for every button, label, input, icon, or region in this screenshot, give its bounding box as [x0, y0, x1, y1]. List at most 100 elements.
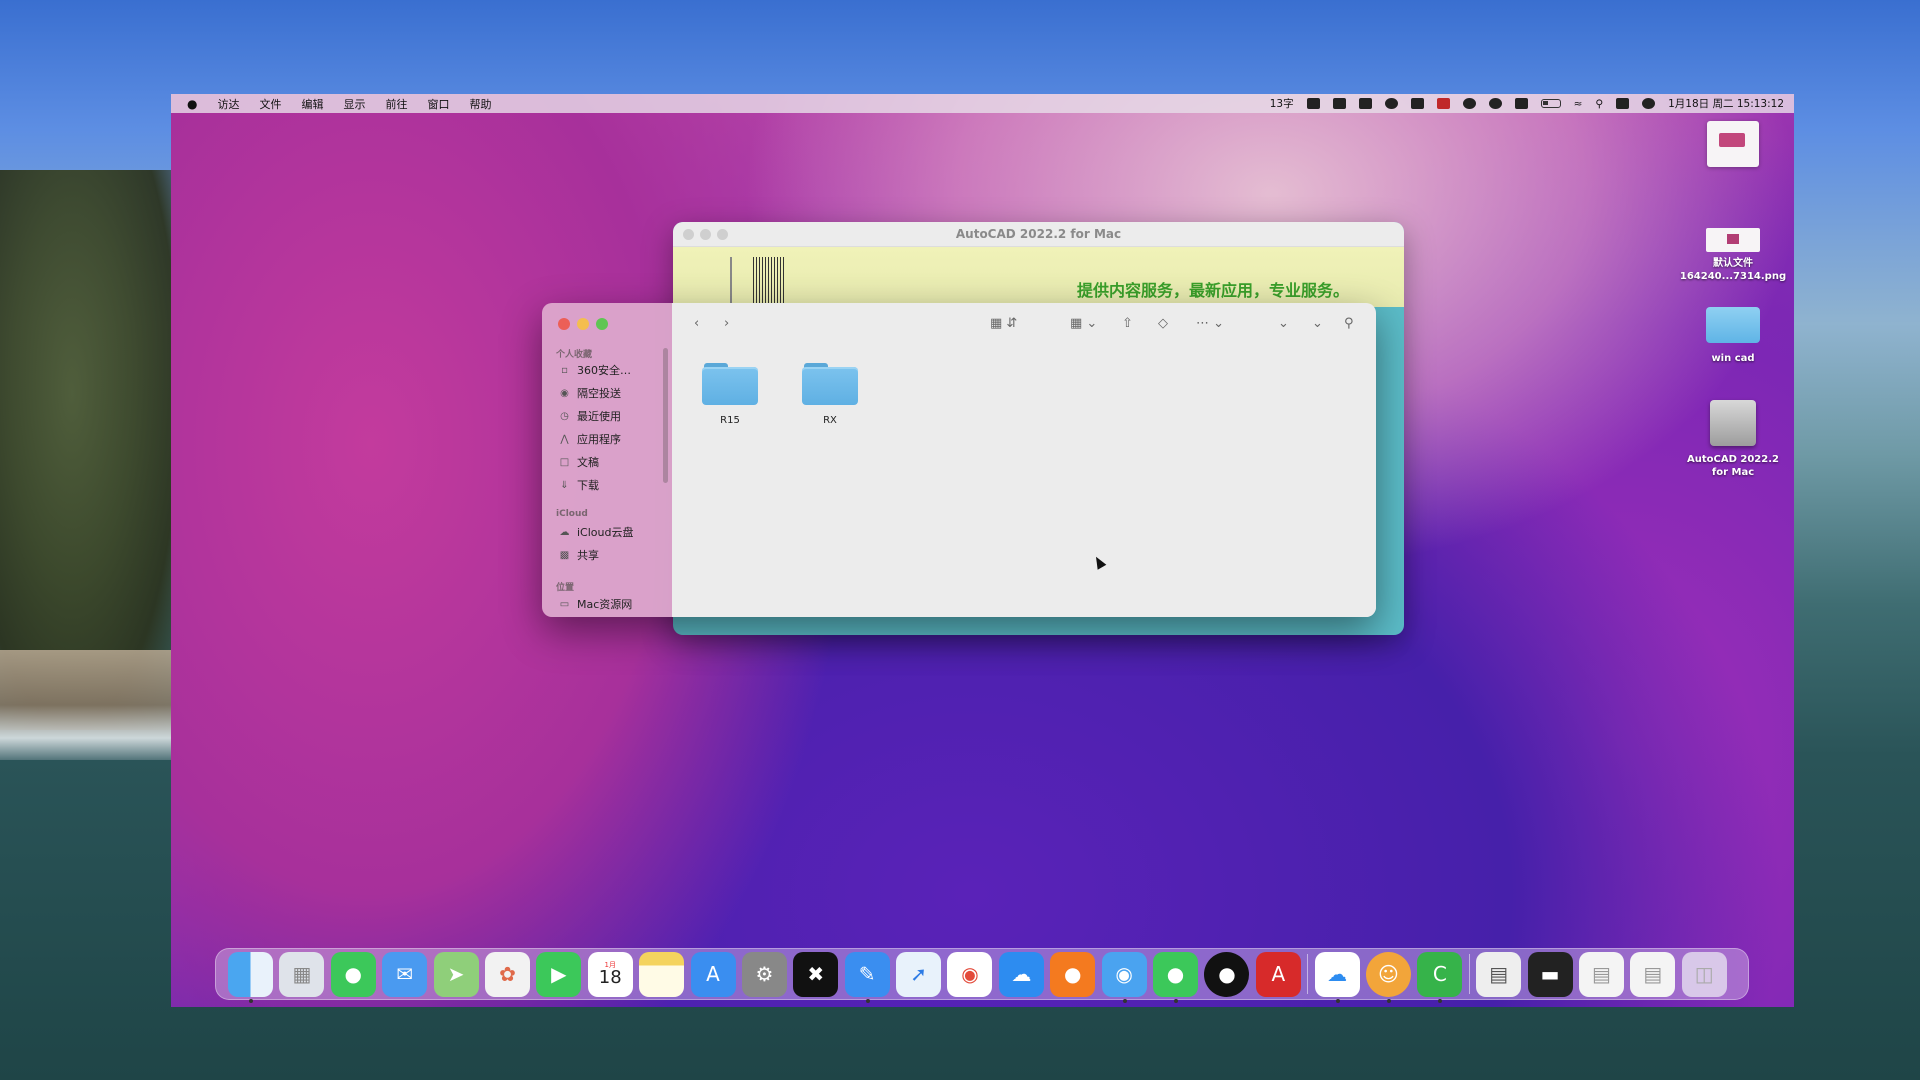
calendar-icon[interactable]: 1月 18	[587, 951, 633, 997]
close-button[interactable]	[558, 318, 570, 330]
menu-help[interactable]: 帮助	[459, 96, 501, 112]
grid-icon[interactable]	[1358, 98, 1372, 109]
apps-icon: ⋀	[560, 433, 569, 445]
safari-icon[interactable]: ➚	[896, 951, 942, 997]
window-thumbnail-icon[interactable]: ▤	[1578, 951, 1624, 997]
sidebar-item-documents[interactable]: □ 文稿	[558, 454, 599, 470]
clock-text[interactable]: 1月18日 周二 15:13:12	[1668, 96, 1784, 111]
sidebar-item-label: iCloud云盘	[577, 526, 634, 539]
finder-content[interactable]: R15 RX	[672, 345, 1376, 617]
zoom-button[interactable]	[596, 318, 608, 330]
pen-app-icon[interactable]: ✎	[844, 951, 890, 1003]
desktop-disk-autocad[interactable]: AutoCAD 2022.2 for Mac	[1678, 400, 1788, 479]
photos-icon[interactable]: ✿	[484, 951, 530, 997]
terminal-icon[interactable]: ▬	[1527, 951, 1573, 997]
menu-edit[interactable]: 编辑	[291, 96, 333, 112]
folder-r15[interactable]: R15	[690, 363, 770, 426]
calendar-day: 18	[598, 966, 622, 988]
siri-icon[interactable]	[1642, 98, 1656, 109]
eye-icon[interactable]	[1488, 98, 1502, 109]
baidu-cloud-status-icon[interactable]	[1462, 98, 1476, 109]
wechat-status-icon[interactable]	[1384, 98, 1398, 109]
search-icon[interactable]: ⚲	[1344, 316, 1354, 331]
launchpad-icon[interactable]: ▦	[279, 951, 325, 997]
capcut-icon[interactable]: ✖	[793, 951, 839, 997]
s-app-icon[interactable]	[1514, 98, 1528, 109]
sidebar-item-airdrop[interactable]: ◉ 隔空投送	[558, 385, 621, 401]
wifi-icon[interactable]: ≈	[1574, 98, 1583, 110]
desktop-folder-win-cad[interactable]: win cad	[1678, 307, 1788, 366]
sidebar-item-label: 隔空投送	[577, 387, 621, 400]
sidebar-item-downloads[interactable]: ⇓ 下载	[558, 477, 599, 493]
group-icon[interactable]: ▦ ⌄	[1070, 316, 1097, 331]
char-count-text[interactable]: 13字	[1270, 96, 1294, 111]
desktop-png-file[interactable]: 默认文件 164240...7314.png	[1678, 228, 1788, 283]
baidu-cloud-icon[interactable]: ☁	[1314, 951, 1360, 1003]
window-controls	[558, 318, 608, 330]
finder-icon[interactable]	[228, 951, 273, 1003]
back-button[interactable]: ‹	[694, 316, 699, 331]
minimize-button[interactable]	[577, 318, 589, 330]
sidebar-item-icloud-drive[interactable]: ☁ iCloud云盘	[558, 524, 634, 540]
autocad-icon[interactable]: A	[1255, 951, 1301, 997]
chrome-icon[interactable]: ◉	[947, 951, 993, 997]
baidu-netdisk-icon[interactable]: ☁	[998, 951, 1044, 997]
clock-icon: ◷	[560, 410, 569, 422]
finder-window[interactable]: 个人收藏 ▫ 360安全… ◉ 隔空投送 ◷ 最近使用 ⋀ 应用程序 □ 文稿 ⇓ 下载 i…	[542, 303, 1376, 617]
maps-icon[interactable]: ➤	[433, 951, 479, 997]
download-icon: ⇓	[560, 479, 569, 491]
window-thumbnail-icon[interactable]: ▤	[1630, 951, 1676, 997]
folder-label: win cad	[1711, 353, 1755, 364]
sidebar-item-applications[interactable]: ⋀ 应用程序	[558, 431, 621, 447]
red-app-icon[interactable]	[1436, 98, 1450, 109]
menu-go[interactable]: 前往	[375, 96, 417, 112]
monkey-app-icon[interactable]: ☺	[1365, 951, 1411, 1003]
facetime-icon[interactable]: ▶	[536, 951, 582, 997]
installer-title-bar[interactable]: AutoCAD 2022.2 for Mac	[673, 222, 1404, 247]
360-browser-icon[interactable]: ◉	[1101, 951, 1147, 1003]
image-thumbnail	[1707, 121, 1759, 167]
menu-view[interactable]: 显示	[333, 96, 375, 112]
firefox-icon[interactable]: ●	[1050, 951, 1096, 997]
messages-icon[interactable]: ●	[330, 951, 376, 997]
forward-button[interactable]: ›	[724, 316, 729, 331]
menu-window[interactable]: 窗口	[417, 96, 459, 112]
promo-text: 提供内容服务，最新应用，专业服务。	[1076, 281, 1349, 300]
input-method-icon[interactable]	[1306, 98, 1320, 109]
menu-file[interactable]: 文件	[249, 96, 291, 112]
preview-document-icon[interactable]: ▤	[1476, 951, 1522, 997]
spotlight-search-icon[interactable]: ⚲	[1595, 98, 1603, 110]
notes-icon[interactable]	[639, 951, 685, 997]
sidebar-item-360[interactable]: ▫ 360安全…	[558, 362, 631, 378]
sidebar-item-shared[interactable]: ▩ 共享	[558, 547, 599, 563]
chevron-down-icon[interactable]: ⌄	[1278, 316, 1289, 331]
installer-window-title: AutoCAD 2022.2 for Mac	[955, 227, 1122, 241]
view-mode-icon[interactable]: ▦ ⇵	[990, 316, 1017, 331]
app-store-icon[interactable]: A	[690, 951, 736, 997]
mail-icon[interactable]: ✉	[382, 951, 428, 997]
sidebar-item-mac-resource[interactable]: ▭ Mac资源网	[558, 596, 633, 612]
sidebar-item-recents[interactable]: ◷ 最近使用	[558, 408, 621, 424]
tag-icon[interactable]: ◇	[1158, 316, 1168, 331]
system-preferences-icon[interactable]: ⚙	[741, 951, 787, 997]
trash-icon[interactable]: ◫	[1681, 951, 1727, 997]
sidebar-scrollbar[interactable]	[663, 348, 668, 483]
qq-icon[interactable]: ●	[1204, 951, 1250, 997]
share-icon[interactable]: ⇧	[1122, 316, 1133, 331]
screen-record-icon[interactable]	[1332, 98, 1346, 109]
menu-finder[interactable]: 访达	[207, 96, 249, 112]
more-actions-icon[interactable]: ⋯ ⌄	[1196, 316, 1224, 331]
desktop-thumbnail-file[interactable]	[1678, 121, 1788, 167]
file-label: 默认文件 164240...7314.png	[1679, 258, 1787, 282]
disk-icon: ▭	[559, 598, 570, 610]
battery-icon[interactable]	[1540, 99, 1561, 108]
wechat-icon[interactable]: ●	[1153, 951, 1199, 1003]
folder-rx[interactable]: RX	[790, 363, 870, 426]
chevron-down-icon[interactable]: ⌄	[1312, 316, 1323, 331]
sidebar-item-label: 文稿	[577, 456, 599, 469]
control-center-icon[interactable]	[1616, 98, 1630, 109]
notification-app-icon[interactable]	[1410, 98, 1424, 109]
shoreline	[0, 650, 175, 760]
apple-menu-icon[interactable]: ●	[171, 97, 207, 111]
camtasia-icon[interactable]: C	[1417, 951, 1463, 1003]
